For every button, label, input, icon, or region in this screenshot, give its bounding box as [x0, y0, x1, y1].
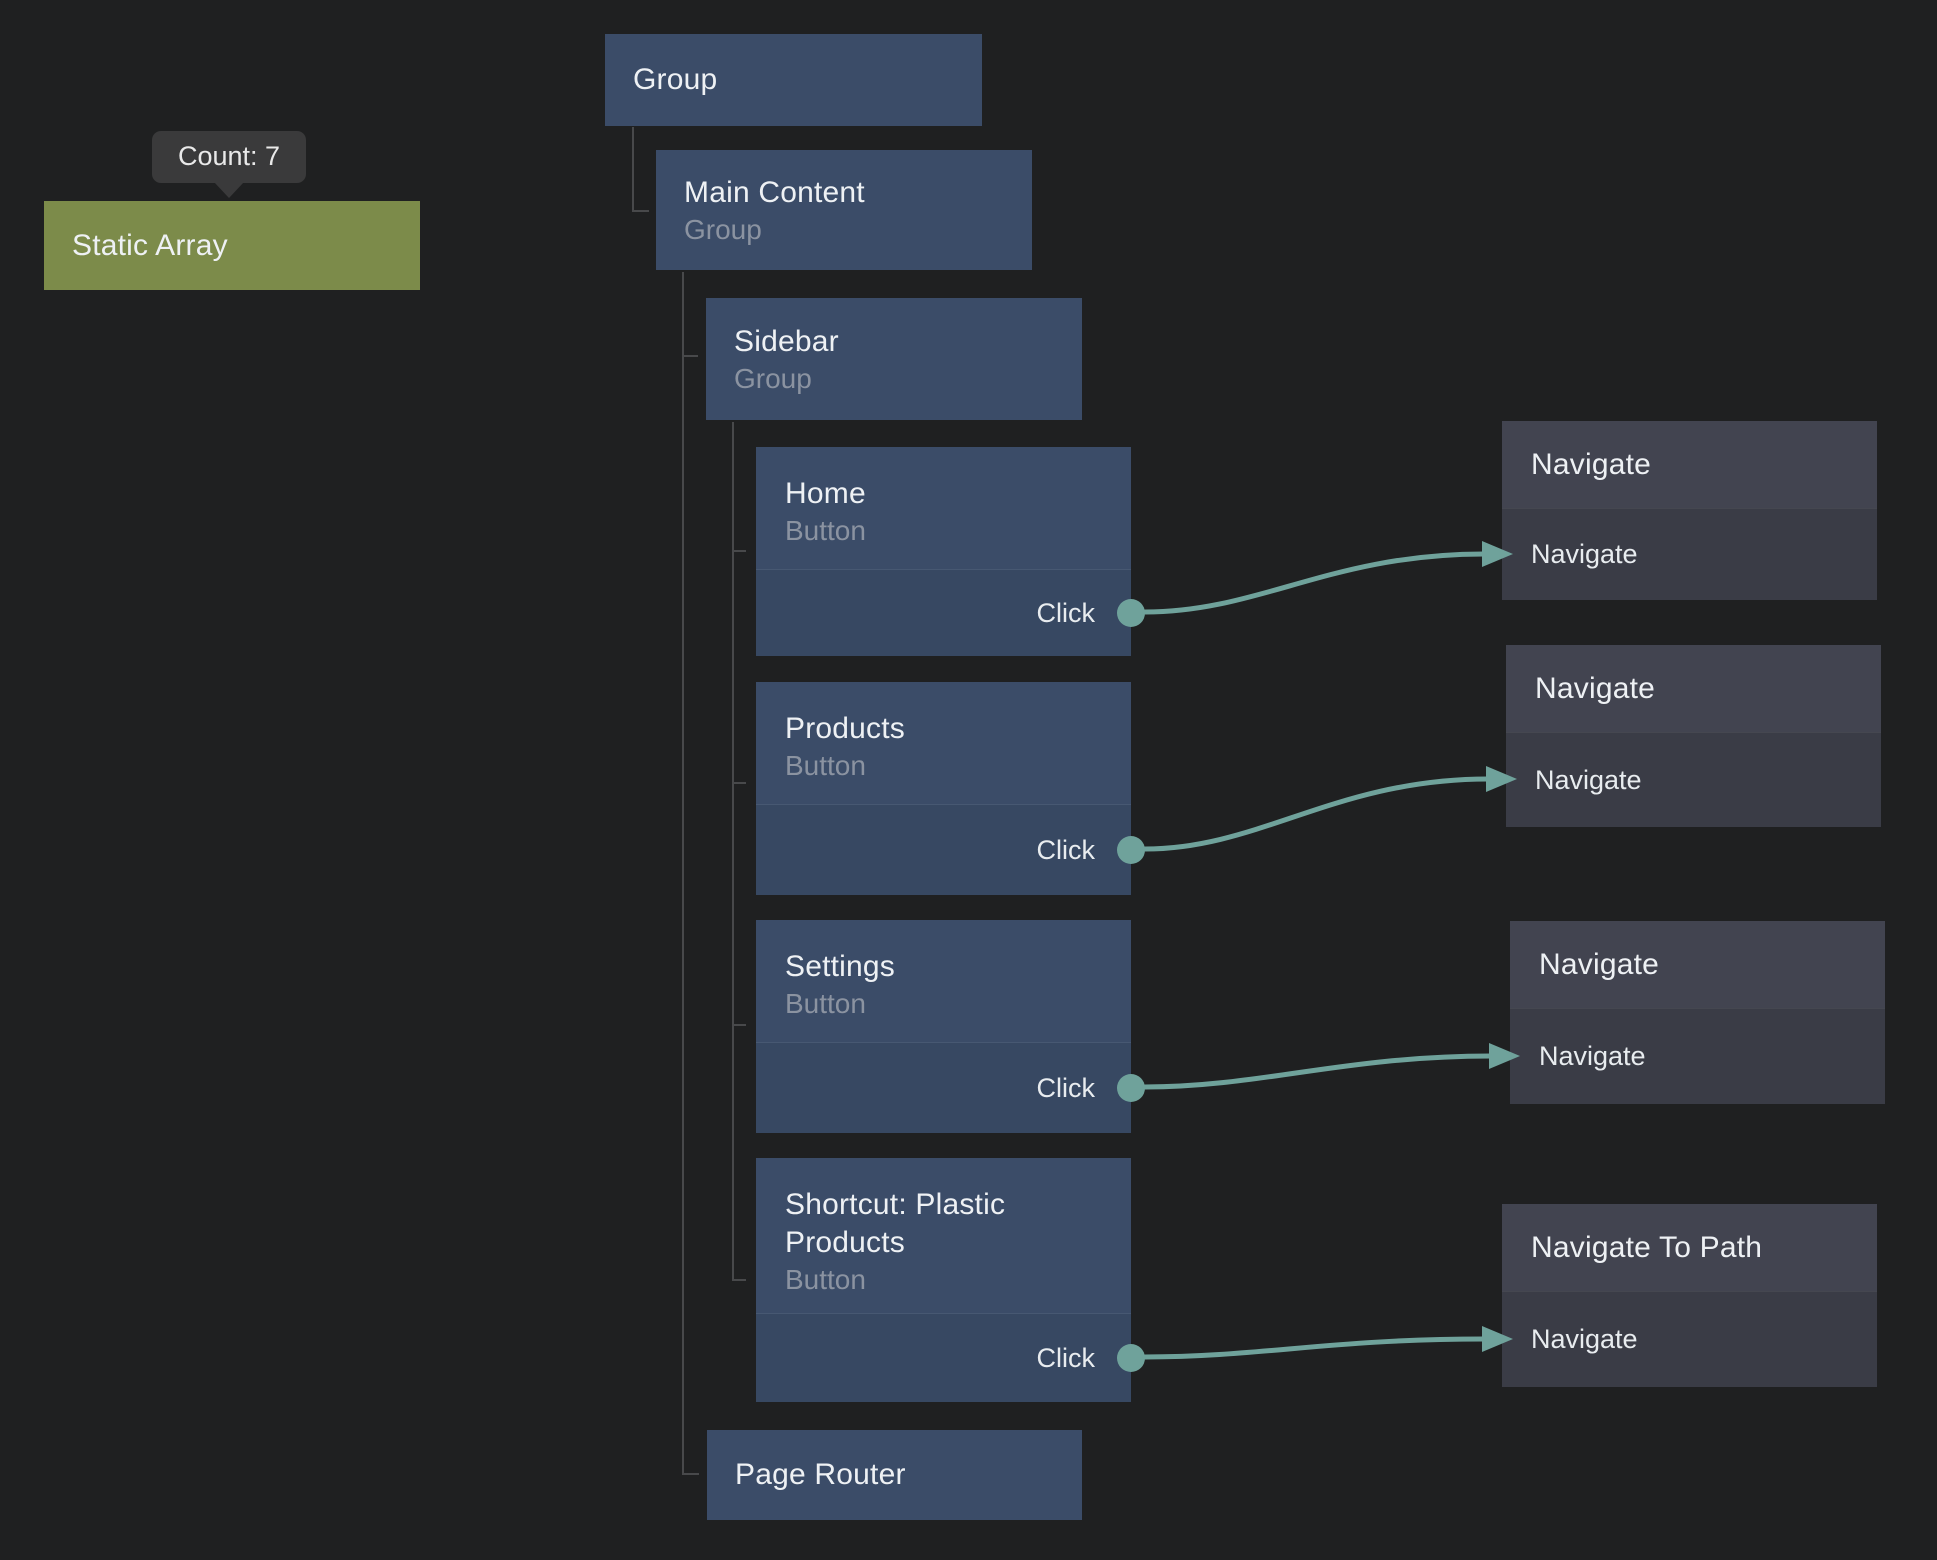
click-output-port[interactable] — [1117, 836, 1145, 864]
click-port-label: Click — [1037, 598, 1096, 629]
node-subtitle: Group — [734, 361, 1042, 397]
node-subtitle: Button — [785, 513, 1075, 549]
connection-curve[interactable] — [1145, 554, 1484, 612]
node-title: Group — [633, 61, 717, 99]
connection-shortcut-click-navigatetopath[interactable] — [1145, 1326, 1513, 1357]
tree-connector-group-maincontent — [633, 127, 649, 211]
node-title: Navigate — [1531, 446, 1651, 484]
node-subtitle: Group — [684, 212, 992, 248]
connection-settings-click-navigate[interactable] — [1145, 1043, 1520, 1087]
connection-products-click-navigate[interactable] — [1145, 766, 1517, 849]
node-title: Navigate — [1535, 670, 1655, 708]
click-port-label: Click — [1037, 1343, 1096, 1374]
count-tooltip: Count: 7 — [152, 131, 306, 183]
navigate-input-port-label: Navigate — [1539, 1041, 1646, 1072]
node-group[interactable]: Group — [605, 34, 982, 126]
click-port-label: Click — [1037, 835, 1096, 866]
node-navigate-to-path[interactable]: Navigate To Path Navigate — [1502, 1204, 1877, 1387]
node-products[interactable]: Products Button Click — [756, 682, 1131, 895]
node-title: Page Router — [735, 1456, 906, 1494]
connection-curve[interactable] — [1145, 779, 1488, 849]
navigate-input-port-label: Navigate — [1531, 1324, 1638, 1355]
click-output-port[interactable] — [1117, 1074, 1145, 1102]
node-title: Settings — [785, 948, 1075, 986]
navigate-input-port-label: Navigate — [1535, 765, 1642, 796]
node-title: Sidebar — [734, 323, 1042, 361]
node-settings[interactable]: Settings Button Click — [756, 920, 1131, 1133]
node-title: Navigate — [1539, 946, 1659, 984]
node-title: Products — [785, 710, 1075, 748]
connection-curve[interactable] — [1145, 1339, 1484, 1357]
node-home[interactable]: Home Button Click — [756, 447, 1131, 656]
connection-home-click-navigate[interactable] — [1145, 541, 1513, 612]
node-editor-canvas[interactable]: Static Array Count: 7 Group Main Content… — [0, 0, 1937, 1560]
click-output-port[interactable] — [1117, 1344, 1145, 1372]
navigate-input-port-label: Navigate — [1531, 539, 1638, 570]
node-subtitle: Button — [785, 748, 1075, 784]
tooltip-arrow-down — [214, 182, 244, 198]
node-shortcut-plastic-products[interactable]: Shortcut: Plastic Products Button Click — [756, 1158, 1131, 1402]
tree-connector-sidebar-shortcut — [733, 422, 746, 1280]
node-navigate-1[interactable]: Navigate Navigate — [1502, 421, 1877, 600]
node-title: Static Array — [72, 227, 228, 265]
count-tooltip-text: Count: 7 — [178, 141, 280, 171]
node-title: Shortcut: Plastic Products — [785, 1186, 1075, 1262]
tree-connector-maincontent-pagerouter — [683, 272, 699, 1474]
node-title: Navigate To Path — [1531, 1229, 1762, 1267]
click-port-label: Click — [1037, 1073, 1096, 1104]
node-static-array[interactable]: Static Array — [44, 201, 420, 290]
click-output-port[interactable] — [1117, 599, 1145, 627]
node-main-content[interactable]: Main Content Group — [656, 150, 1032, 270]
node-sidebar[interactable]: Sidebar Group — [706, 298, 1082, 420]
node-navigate-3[interactable]: Navigate Navigate — [1510, 921, 1885, 1104]
node-subtitle: Button — [785, 986, 1075, 1022]
node-title: Home — [785, 475, 1075, 513]
node-page-router[interactable]: Page Router — [707, 1430, 1082, 1520]
node-subtitle: Button — [785, 1262, 1075, 1298]
connection-curve[interactable] — [1145, 1056, 1491, 1087]
node-title: Main Content — [684, 174, 992, 212]
node-navigate-2[interactable]: Navigate Navigate — [1506, 645, 1881, 827]
